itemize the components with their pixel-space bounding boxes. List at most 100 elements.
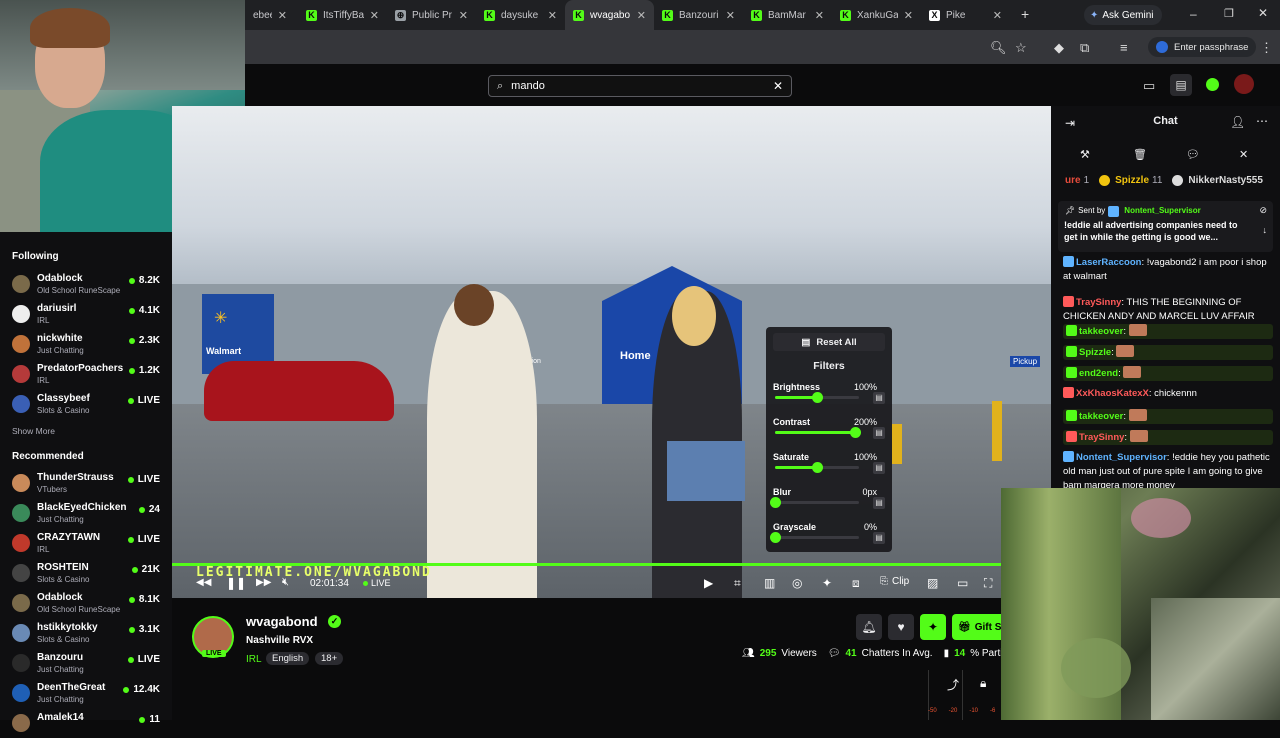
sidebar-channel[interactable]: dariusirl IRL 4.1K	[0, 299, 172, 329]
screenshot-icon[interactable]: ▨	[927, 576, 938, 590]
notification-bell-icon[interactable]: 🔔︎	[856, 614, 882, 640]
follow-heart-icon[interactable]: ♥	[888, 614, 914, 640]
unpin-icon[interactable]: ⊘	[1259, 205, 1267, 216]
chat-username[interactable]: takkeover	[1079, 326, 1123, 337]
zoom-icon[interactable]: 🔍︎	[990, 40, 1007, 56]
chat-username[interactable]: XxKhaosKatexX	[1076, 388, 1149, 399]
browser-tab[interactable]: K XankuGa ✕	[832, 0, 921, 30]
sparkle-filter-icon[interactable]: ✦	[822, 576, 832, 590]
reset-all-button[interactable]: ▤ Reset All	[773, 333, 885, 351]
kebab-menu-icon[interactable]: ⋮	[1260, 40, 1273, 56]
reset-filter-icon[interactable]: ▤	[873, 462, 885, 474]
chat-username[interactable]: TraySinny	[1076, 297, 1121, 308]
profile-passphrase-button[interactable]: Enter passphrase	[1148, 37, 1257, 57]
sidebar-channel[interactable]: Odablock Old School RuneScape 8.2K	[0, 269, 172, 299]
sidebar-channel[interactable]: Odablock Old School RuneScape 8.1K	[0, 588, 172, 618]
sidebar-channel[interactable]: Banzouru Just Chatting LIVE	[0, 648, 172, 678]
clear-search-icon[interactable]: ✕	[773, 79, 783, 93]
boost-icon[interactable]: ✦	[920, 614, 946, 640]
stats-icon[interactable]: ▥	[764, 576, 775, 590]
close-window-icon[interactable]: ✕	[1258, 6, 1268, 20]
chat-username[interactable]: LaserRaccoon	[1076, 257, 1141, 268]
close-tab-icon[interactable]: ✕	[904, 9, 913, 22]
ban-icon[interactable]: ✕	[1239, 148, 1248, 161]
slider-handle[interactable]	[770, 532, 781, 543]
kick-status-icon[interactable]	[1206, 78, 1219, 91]
chat-username[interactable]: takkeover	[1079, 411, 1123, 422]
close-tab-icon[interactable]: ✕	[459, 9, 468, 22]
sidebar-channel[interactable]: Amalek14 11	[0, 708, 172, 738]
search-input[interactable]: mando	[511, 80, 765, 92]
sidebar-channel[interactable]: BlackEyedChicken Just Chatting 24	[0, 498, 172, 528]
ask-gemini-button[interactable]: ✦ Ask Gemini	[1084, 5, 1162, 25]
slider-handle[interactable]	[812, 392, 823, 403]
mute-icon[interactable]: 🔇︎	[282, 576, 289, 589]
pause-icon[interactable]: ❚❚	[226, 576, 246, 590]
browser-tab[interactable]: K Banzouri ✕	[654, 0, 743, 30]
reset-filter-icon[interactable]: ▤	[873, 497, 885, 509]
minimize-icon[interactable]: –	[1190, 7, 1197, 21]
browser-tab[interactable]: K BamMar ✕	[743, 0, 832, 30]
lock-icon[interactable]: 🔒︎	[980, 676, 986, 691]
sidebar-channel[interactable]: nickwhite Just Chatting 2.3K	[0, 329, 172, 359]
chat-menu-icon[interactable]: ⋯	[1256, 114, 1268, 128]
top-gifter[interactable]: NikkerNasty555	[1172, 175, 1266, 189]
user-list-icon[interactable]: 👤︎	[1230, 115, 1245, 129]
layout-icon[interactable]: ▤	[1170, 74, 1192, 96]
close-tab-icon[interactable]: ✕	[548, 9, 557, 22]
clip-button[interactable]: ⎘ Clip	[880, 576, 909, 587]
sidebar-channel[interactable]: hstikkytokky Slots & Casino 3.1K	[0, 618, 172, 648]
chat-username[interactable]: end2end	[1079, 368, 1118, 379]
search-bar[interactable]: ⌕ mando ✕	[488, 75, 792, 97]
reset-filter-icon[interactable]: ▤	[873, 532, 885, 544]
browser-tab[interactable]: Kdaysuke ✕	[476, 0, 565, 30]
user-avatar[interactable]	[1234, 74, 1254, 94]
expand-pinned-icon[interactable]: ↓	[1263, 225, 1268, 235]
top-gifter[interactable]: Spizzle 11	[1099, 175, 1162, 189]
sidebar-channel[interactable]: Classybeef Slots & Casino LIVE	[0, 389, 172, 419]
chat-username[interactable]: Nontent_Supervisor	[1076, 452, 1167, 463]
filter-slider[interactable]	[775, 462, 859, 473]
pip-icon[interactable]: ⧈	[852, 576, 860, 591]
new-tab-icon[interactable]: +	[1021, 6, 1029, 22]
reset-filter-icon[interactable]: ▤	[873, 392, 885, 404]
filter-slider[interactable]	[775, 392, 859, 403]
extension-icon[interactable]: ◆	[1054, 40, 1064, 56]
delete-icon[interactable]: 🗑︎	[1133, 148, 1147, 161]
chat-bubble-icon[interactable]: 💬︎	[1186, 148, 1200, 161]
slider-handle[interactable]	[849, 427, 861, 438]
bookmark-star-icon[interactable]: ☆	[1015, 40, 1027, 56]
close-tab-icon[interactable]: ✕	[637, 9, 646, 22]
reset-filter-icon[interactable]: ▤	[873, 427, 885, 439]
browser-tab[interactable]: ⊕ Public Pr ✕	[387, 0, 476, 30]
sidebar-channel[interactable]: CRAZYTAWN IRL LIVE	[0, 528, 172, 558]
puzzle-extensions-icon[interactable]: ⧉	[1080, 40, 1089, 56]
browser-tab[interactable]: ebeec ✕	[245, 0, 295, 30]
browser-tab[interactable]: X Pike ✕	[921, 0, 1010, 30]
browser-tab[interactable]: K ItsTiffyBa ✕	[298, 0, 387, 30]
camera-icon[interactable]: ▶︎	[704, 576, 713, 590]
sidebar-channel[interactable]: ROSHTEIN Slots & Casino 21K	[0, 558, 172, 588]
browser-tab-active[interactable]: Kwvagabo ✕	[565, 0, 654, 30]
restore-icon[interactable]: ❐	[1224, 7, 1234, 20]
top-gifter[interactable]: ure 1	[1065, 175, 1089, 189]
stream-category[interactable]: IRL	[246, 654, 262, 665]
sidebar-channel[interactable]: DeenTheGreat Just Chatting 12.4K	[0, 678, 172, 708]
close-tab-icon[interactable]: ✕	[815, 9, 824, 22]
sidebar-channel[interactable]: PredatorPoachers IRL 1.2K	[0, 359, 172, 389]
fullscreen-icon[interactable]: ⛶	[984, 576, 992, 591]
speed-icon[interactable]: ◎	[792, 576, 802, 590]
mod-gavel-icon[interactable]: ⚒	[1080, 148, 1090, 161]
close-tab-icon[interactable]: ✕	[370, 9, 379, 22]
share-icon[interactable]: ⤴	[947, 676, 959, 693]
show-more-link[interactable]: Show More	[12, 426, 55, 436]
media-icon[interactable]: ≡	[1120, 40, 1128, 55]
slider-handle[interactable]	[770, 497, 781, 508]
forward-icon[interactable]: ▶▶	[256, 577, 271, 588]
rewind-icon[interactable]: ◀◀	[196, 577, 211, 588]
close-tab-icon[interactable]: ✕	[726, 9, 735, 22]
close-tab-icon[interactable]: ✕	[993, 9, 1002, 22]
tag-english[interactable]: English	[266, 652, 310, 665]
channel-name[interactable]: wvagabond	[246, 614, 318, 629]
close-tab-icon[interactable]: ✕	[278, 9, 287, 22]
